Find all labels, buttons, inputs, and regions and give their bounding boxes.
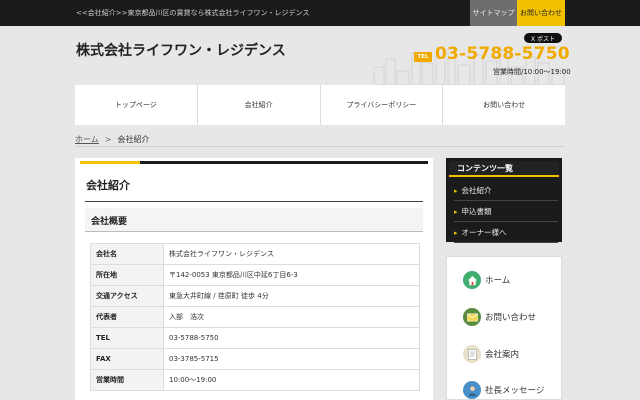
- sidebar-item-company[interactable]: 会社紹介: [454, 180, 558, 201]
- row-key: 代表者: [90, 306, 164, 328]
- site-title[interactable]: 株式会社ライフワン・レジデンス: [76, 40, 286, 60]
- section-heading: 会社概要: [85, 208, 423, 232]
- row-key: 所在地: [90, 264, 164, 286]
- row-value: 03-3785-5715: [163, 348, 420, 370]
- row-value: 10:00～19:00: [163, 369, 420, 391]
- breadcrumb: ホーム > 会社紹介: [75, 134, 149, 145]
- breadcrumb-current: 会社紹介: [117, 135, 150, 144]
- row-key: 交通アクセス: [90, 285, 164, 307]
- nav-privacy-policy[interactable]: プライバシーポリシー: [321, 85, 444, 125]
- row-value: 入部 浩次: [163, 306, 420, 328]
- table-row: 所在地 〒142-0053 東京都品川区中延6丁目6-3: [90, 264, 420, 286]
- sitemap-link[interactable]: サイトマップ: [470, 0, 517, 26]
- nav-contact[interactable]: お問い合わせ: [443, 85, 565, 125]
- sidebar-item-owners[interactable]: オーナー様へ: [454, 222, 558, 243]
- person-icon: [463, 381, 481, 399]
- table-row: 営業時間 10:00～19:00: [90, 369, 420, 391]
- top-bar: <<会社紹介>>東京都品川区の賃貸なら株式会社ライフワン・レジデンス サイトマッ…: [0, 0, 640, 26]
- row-value: 株式会社ライフワン・レジデンス: [163, 243, 420, 265]
- page-title: 会社紹介: [86, 179, 130, 192]
- table-row: 会社名 株式会社ライフワン・レジデンス: [90, 243, 420, 265]
- nav-company[interactable]: 会社紹介: [198, 85, 321, 125]
- quick-link-home[interactable]: ホーム: [463, 269, 510, 291]
- breadcrumb-home[interactable]: ホーム: [75, 135, 99, 144]
- table-row: 代表者 入部 浩次: [90, 306, 420, 328]
- document-icon: [463, 345, 481, 363]
- global-nav: トップページ 会社紹介 プライバシーポリシー お問い合わせ: [75, 85, 565, 125]
- breadcrumb-separator: >: [104, 135, 112, 144]
- row-value: 東急大井町線 / 荏原町 徒歩 4分: [163, 285, 420, 307]
- phone-number[interactable]: 03-5788-5750: [435, 44, 570, 64]
- row-value: 〒142-0053 東京都品川区中延6丁目6-3: [163, 264, 420, 286]
- quick-link-label: 社長メッセージ: [485, 386, 545, 396]
- table-row: 交通アクセス 東急大井町線 / 荏原町 徒歩 4分: [90, 285, 420, 307]
- table-row: TEL 03-5788-5750: [90, 327, 420, 349]
- main-content: 会社紹介 会社概要 会社名 株式会社ライフワン・レジデンス 所在地 〒142-005…: [75, 158, 433, 400]
- row-key: 営業時間: [90, 369, 164, 391]
- x-post-button[interactable]: X ポスト: [524, 33, 562, 43]
- tel-badge: TEL: [414, 52, 432, 62]
- sidebar-quick-links: ホーム お問い合わせ 会社案内 社長メッセージ: [446, 256, 562, 400]
- home-icon: [463, 271, 481, 289]
- section-heading-text: 会社概要: [91, 217, 128, 227]
- sidebar-item-application-forms[interactable]: 申込書類: [454, 201, 558, 222]
- sidebar-heading: コンテンツ一覧: [449, 161, 559, 177]
- table-row: FAX 03-3785-5715: [90, 348, 420, 370]
- sidebar-menu: コンテンツ一覧 会社紹介 申込書類 オーナー様へ: [446, 158, 562, 243]
- row-key: 会社名: [90, 243, 164, 265]
- main-top-accent: [80, 161, 140, 164]
- topbar-breadcrumb-text: <<会社紹介>>東京都品川区の賃貸なら株式会社ライフワン・レジデンス: [76, 9, 310, 17]
- quick-link-label: ホーム: [485, 276, 511, 286]
- row-key: TEL: [90, 327, 164, 349]
- nav-top-page[interactable]: トップページ: [75, 85, 198, 125]
- quick-link-company-guide[interactable]: 会社案内: [463, 343, 519, 365]
- quick-link-label: 会社案内: [485, 350, 520, 360]
- quick-link-label: お問い合わせ: [485, 313, 537, 323]
- row-key: FAX: [90, 348, 164, 370]
- quick-link-contact[interactable]: お問い合わせ: [463, 306, 536, 328]
- quick-link-president-message[interactable]: 社長メッセージ: [463, 379, 544, 400]
- contact-link-top[interactable]: お問い合わせ: [517, 0, 565, 26]
- row-value: 03-5788-5750: [163, 327, 420, 349]
- business-hours: 営業時間/10:00～19:00: [493, 68, 571, 76]
- breadcrumb-divider: [75, 146, 565, 147]
- envelope-icon: [463, 308, 481, 326]
- title-divider: [85, 201, 423, 202]
- company-info-table: 会社名 株式会社ライフワン・レジデンス 所在地 〒142-0053 東京都品川区中延…: [90, 243, 420, 391]
